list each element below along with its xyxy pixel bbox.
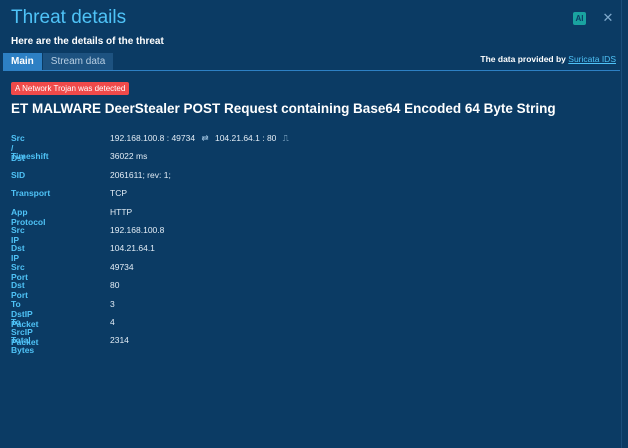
scroll-track bbox=[621, 0, 622, 448]
detail-value: 49734 bbox=[110, 261, 134, 272]
dialog-subtitle: Here are the details of the threat bbox=[11, 36, 164, 47]
detail-label: Src IP bbox=[11, 224, 25, 245]
detail-label: Transport bbox=[11, 188, 51, 199]
tab-stream-data[interactable]: Stream data bbox=[42, 53, 114, 70]
detail-value: 36022 ms bbox=[110, 151, 148, 162]
data-provider-note: The data provided by Suricata IDS bbox=[480, 54, 616, 64]
detail-label: Total Bytes bbox=[11, 335, 35, 356]
detail-label: Dst IP bbox=[11, 243, 25, 264]
dst-endpoint: 104.21.64.1 : 80 bbox=[214, 133, 277, 143]
detail-value: HTTP bbox=[110, 206, 133, 217]
threat-details-dialog: Threat details Here are the details of t… bbox=[0, 0, 628, 448]
detail-value: 192.168.100.8 : 49734 ⇄ 104.21.64.1 : 80… bbox=[110, 133, 293, 144]
detail-label: Timeshift bbox=[11, 151, 49, 162]
detail-value: 80 bbox=[110, 280, 120, 291]
tab-main[interactable]: Main bbox=[3, 53, 42, 70]
detail-label: App Protocol bbox=[11, 206, 46, 227]
threat-signature-name: ET MALWARE DeerStealer POST Request cont… bbox=[11, 101, 556, 116]
detail-value: 4 bbox=[110, 316, 115, 327]
detail-label: Dst Port bbox=[11, 280, 28, 301]
alert-category-badge: A Network Trojan was detected bbox=[11, 82, 130, 95]
tab-underline bbox=[3, 70, 620, 71]
waveform-icon[interactable]: ⎍ bbox=[283, 133, 289, 143]
detail-value: 2314 bbox=[110, 335, 129, 346]
detail-value: 104.21.64.1 bbox=[110, 243, 155, 254]
tab-bar: Main Stream data bbox=[3, 53, 114, 70]
detail-value: 192.168.100.8 bbox=[110, 224, 165, 235]
src-endpoint: 192.168.100.8 : 49734 bbox=[110, 133, 196, 143]
detail-value: TCP bbox=[110, 188, 127, 199]
ai-assistant-button[interactable]: AI bbox=[573, 12, 586, 25]
provider-prefix: The data provided by bbox=[480, 54, 566, 64]
swap-arrows-icon: ⇄ bbox=[201, 133, 209, 143]
detail-label: SID bbox=[11, 169, 26, 180]
detail-label: Src Port bbox=[11, 261, 28, 282]
close-icon[interactable]: ✕ bbox=[601, 10, 615, 26]
dialog-title: Threat details bbox=[11, 7, 127, 28]
detail-value: 2061611; rev: 1; bbox=[110, 169, 171, 180]
detail-value: 3 bbox=[110, 298, 115, 309]
provider-link[interactable]: Suricata IDS bbox=[568, 54, 616, 64]
